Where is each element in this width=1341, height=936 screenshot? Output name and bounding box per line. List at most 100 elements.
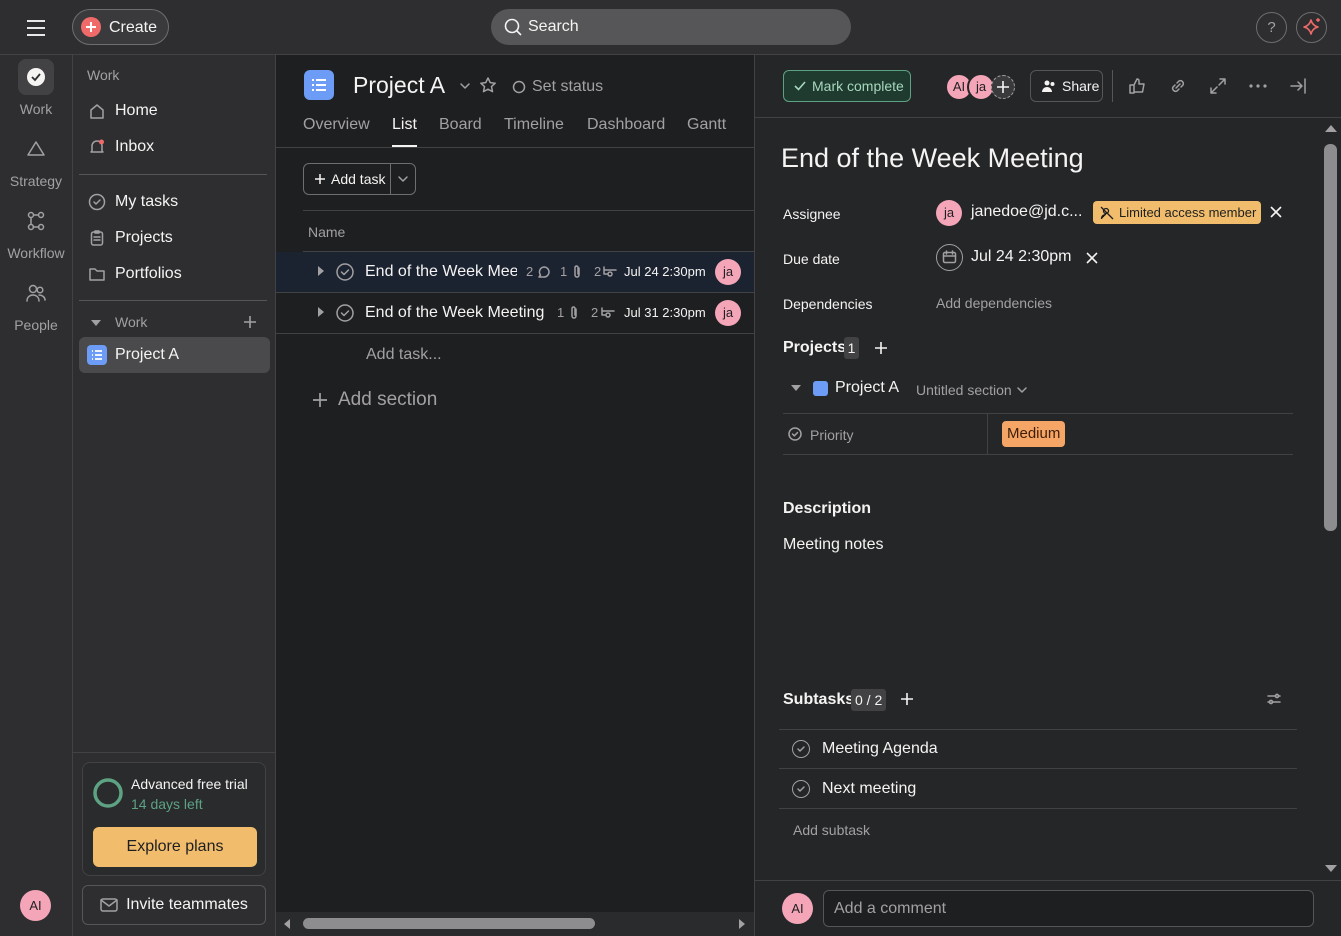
sidebar-group-work[interactable]: Work — [89, 313, 269, 333]
tab-overview[interactable]: Overview — [303, 116, 370, 134]
chevron-down-icon[interactable] — [397, 173, 409, 185]
tab-list[interactable]: List — [392, 116, 417, 134]
people-icon — [18, 275, 54, 311]
scrollbar-thumb[interactable] — [303, 918, 595, 929]
tab-dashboard[interactable]: Dashboard — [587, 116, 665, 134]
complete-check-icon[interactable] — [792, 779, 810, 798]
collaborators[interactable]: AI ja — [945, 71, 1015, 101]
plus-icon[interactable] — [243, 315, 257, 329]
rail-item-work[interactable]: Work — [0, 59, 72, 117]
add-task-main[interactable]: Add task — [304, 164, 391, 194]
caret-right-icon[interactable] — [316, 306, 326, 318]
user-avatar[interactable]: AI — [20, 890, 51, 921]
add-section-button[interactable]: Add section — [312, 388, 437, 412]
workflow-icon — [18, 203, 54, 239]
subtask-row[interactable]: Next meeting — [779, 769, 1297, 809]
explore-plans-button[interactable]: Explore plans — [93, 827, 257, 867]
chevron-down-icon[interactable] — [458, 79, 472, 93]
complete-check-icon[interactable] — [336, 304, 354, 322]
project-title[interactable]: Project A — [353, 72, 445, 99]
close-icon[interactable] — [1086, 252, 1098, 264]
plus-icon[interactable] — [874, 341, 888, 355]
limited-access-badge[interactable]: Limited access member — [1093, 201, 1261, 224]
scrollbar-thumb[interactable] — [1324, 144, 1337, 531]
priority-value[interactable]: Medium — [1002, 421, 1066, 447]
caret-right-icon[interactable] — [316, 265, 326, 277]
tab-gantt[interactable]: Gantt — [687, 116, 726, 134]
close-pane-icon[interactable] — [1288, 76, 1308, 96]
task-name[interactable]: End of the Week Meeting — [365, 304, 544, 322]
section-dropdown[interactable]: Untitled section — [916, 381, 1027, 399]
dependencies-label: Dependencies — [783, 296, 873, 312]
comment-input[interactable]: Add a comment — [823, 890, 1314, 927]
add-collaborator-icon[interactable] — [991, 75, 1015, 99]
expand-icon[interactable] — [1208, 76, 1228, 96]
invite-label: Invite teammates — [126, 896, 248, 913]
tab-timeline[interactable]: Timeline — [504, 116, 564, 134]
help-button[interactable]: ? — [1256, 12, 1287, 43]
sidebar-item-my-tasks[interactable]: My tasks — [79, 184, 270, 220]
add-task-button[interactable]: Add task — [303, 163, 416, 195]
close-icon[interactable] — [1270, 206, 1282, 218]
task-title[interactable]: End of the Week Meeting — [781, 143, 1084, 174]
share-button[interactable]: Share — [1030, 70, 1103, 102]
due-date[interactable]: Jul 24 2:30pm — [624, 264, 706, 279]
plus-icon — [81, 17, 101, 37]
scroll-right-icon — [739, 919, 745, 929]
scroll-up-icon — [1325, 125, 1337, 132]
column-header-name[interactable]: Name — [308, 224, 345, 240]
task-name[interactable]: End of the Week Mee — [365, 263, 517, 281]
add-task-inline[interactable]: Add task... — [366, 346, 442, 364]
sidebar-item-portfolios[interactable]: Portfolios — [79, 256, 270, 292]
description-text[interactable]: Meeting notes — [783, 536, 884, 554]
assignee-avatar[interactable]: ja — [715, 300, 741, 326]
search-bar[interactable]: Search — [491, 9, 851, 45]
star-icon[interactable] — [479, 76, 497, 94]
project-name[interactable]: Project A — [835, 379, 899, 397]
rail-item-people[interactable]: People — [0, 275, 72, 333]
subtask-row[interactable]: Meeting Agenda — [779, 729, 1297, 769]
table-row[interactable]: End of the Week Meeting 1 2 Jul 31 2:30p… — [276, 293, 754, 334]
add-subtask-link[interactable]: Add subtask — [793, 822, 870, 838]
sidebar-divider — [79, 300, 267, 301]
rail-item-workflow[interactable]: Workflow — [0, 203, 72, 261]
tab-board[interactable]: Board — [439, 116, 482, 134]
rail-item-label: Work — [19, 101, 53, 117]
assignee-avatar[interactable]: ja — [936, 200, 962, 226]
invite-teammates-button[interactable]: Invite teammates — [82, 885, 266, 925]
comment-icon — [538, 266, 550, 278]
sidebar-item-inbox[interactable]: Inbox — [79, 129, 270, 165]
complete-check-icon[interactable] — [792, 740, 810, 758]
complete-check-icon[interactable] — [336, 263, 354, 281]
ai-sparkle-button[interactable] — [1296, 12, 1327, 43]
thumbs-up-icon[interactable] — [1128, 76, 1148, 96]
add-dependencies-link[interactable]: Add dependencies — [936, 295, 1052, 311]
caret-down-icon[interactable] — [790, 383, 802, 393]
sidebar-item-projects[interactable]: Projects — [79, 220, 270, 256]
table-row[interactable]: End of the Week Mee 2 1 2 Jul 24 2:30pm … — [276, 252, 754, 293]
due-date-value[interactable]: Jul 24 2:30pm — [971, 248, 1072, 266]
rail-item-strategy[interactable]: Strategy — [0, 131, 72, 189]
calendar-icon[interactable] — [936, 244, 963, 271]
sidebar-item-project-a[interactable]: Project A — [79, 337, 270, 373]
vertical-scrollbar[interactable] — [1321, 118, 1341, 880]
subtasks-label: Subtasks — [783, 691, 855, 708]
due-date[interactable]: Jul 31 2:30pm — [624, 305, 706, 320]
plus-icon[interactable] — [900, 692, 914, 706]
hamburger-menu-icon[interactable] — [24, 16, 48, 40]
subtask-name[interactable]: Meeting Agenda — [822, 740, 938, 758]
subtask-name[interactable]: Next meeting — [822, 780, 916, 798]
top-bar: Create Search ? — [0, 0, 1341, 55]
set-status-button[interactable]: Set status — [512, 77, 603, 97]
create-button[interactable]: Create — [72, 9, 169, 45]
assignee-avatar[interactable]: ja — [715, 259, 741, 285]
triangle-icon — [18, 131, 54, 167]
horizontal-scrollbar[interactable] — [276, 912, 754, 936]
subtask-options-icon[interactable] — [1266, 691, 1282, 707]
more-options-icon[interactable] — [1248, 76, 1268, 96]
sidebar-item-label: Home — [115, 102, 158, 119]
link-icon[interactable] — [1168, 76, 1188, 96]
mark-complete-button[interactable]: Mark complete — [783, 70, 911, 102]
sidebar-item-home[interactable]: Home — [79, 93, 270, 129]
assignee-value[interactable]: janedoe@jd.c... — [971, 203, 1082, 221]
